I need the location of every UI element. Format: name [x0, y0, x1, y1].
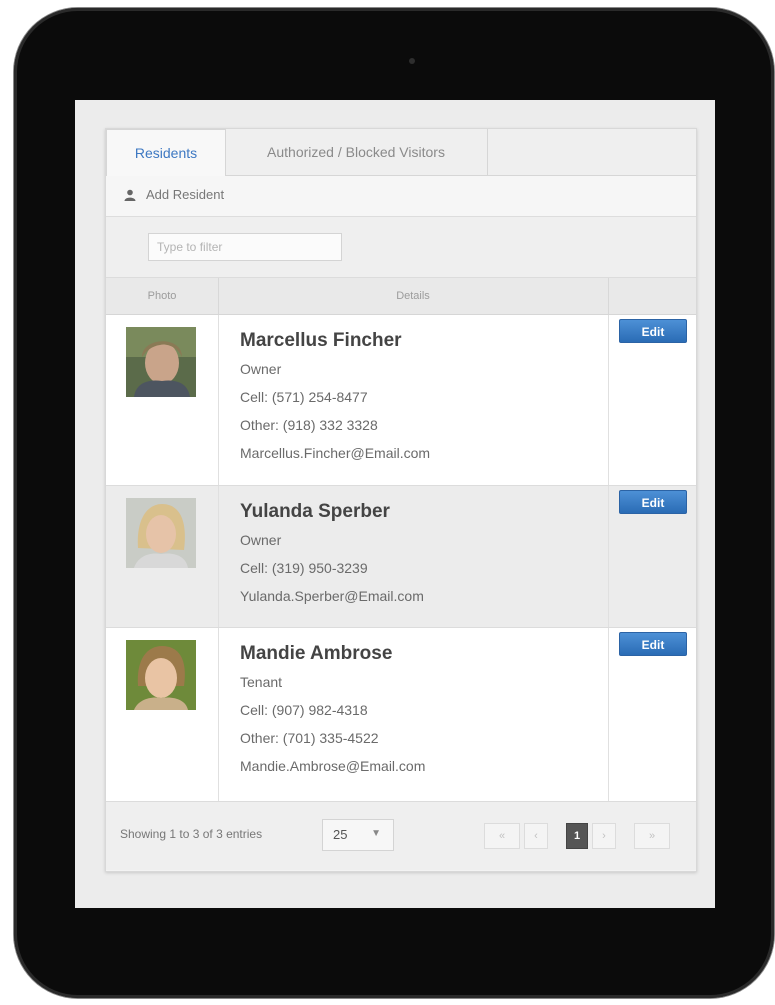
camera-dot	[409, 58, 415, 64]
resident-email[interactable]: Yulanda.Sperber@Email.com	[240, 588, 424, 604]
resident-name: Marcellus Fincher	[240, 330, 402, 351]
table-row: Marcellus Fincher Owner Cell: (571) 254-…	[106, 315, 696, 486]
first-page-button[interactable]: «	[484, 823, 520, 849]
residents-panel: Residents Authorized / Blocked Visitors …	[105, 128, 697, 872]
resident-photo	[126, 640, 196, 710]
resident-cell-phone: Cell: (319) 950-3239	[240, 560, 368, 576]
resident-role: Owner	[240, 532, 282, 548]
photo-cell	[106, 315, 219, 485]
last-page-button[interactable]: »	[634, 823, 670, 849]
column-header-details[interactable]: Details	[218, 278, 609, 314]
resident-email[interactable]: Mandie.Ambrose@Email.com	[240, 758, 425, 774]
tab-residents[interactable]: Residents	[106, 129, 226, 177]
resident-role: Owner	[240, 361, 282, 377]
table-row: Mandie Ambrose Tenant Cell: (907) 982-43…	[106, 628, 696, 802]
next-page-button[interactable]: ›	[592, 823, 616, 849]
tab-authorized-blocked-visitors[interactable]: Authorized / Blocked Visitors	[225, 129, 488, 175]
photo-cell	[106, 628, 219, 801]
resident-email[interactable]: Marcellus.Fincher@Email.com	[240, 445, 430, 461]
table-header: Photo Details	[106, 278, 696, 315]
resident-photo	[126, 327, 196, 397]
resident-role: Tenant	[240, 674, 283, 690]
resident-name: Mandie Ambrose	[240, 643, 393, 664]
filter-bar	[106, 217, 696, 278]
photo-cell	[106, 486, 219, 627]
resident-photo	[126, 498, 196, 568]
toolbar: Add Resident	[106, 176, 696, 217]
page-size-value: 25	[333, 827, 348, 842]
resident-other-phone: Other: (918) 332 3328	[240, 417, 378, 433]
prev-page-button[interactable]: ‹	[524, 823, 548, 849]
resident-cell-phone: Cell: (907) 982-4318	[240, 702, 368, 718]
tablet-screen: Residents Authorized / Blocked Visitors …	[75, 100, 715, 908]
filter-input[interactable]	[148, 233, 342, 261]
column-header-actions	[609, 278, 696, 314]
page-size-select[interactable]: 25 ▼	[322, 819, 394, 851]
details-cell: Marcellus Fincher Owner Cell: (571) 254-…	[218, 315, 609, 485]
table-row: Yulanda Sperber Owner Cell: (319) 950-32…	[106, 486, 696, 628]
edit-button[interactable]: Edit	[619, 319, 687, 343]
details-cell: Yulanda Sperber Owner Cell: (319) 950-32…	[218, 486, 609, 627]
tab-bar: Residents Authorized / Blocked Visitors	[106, 129, 696, 177]
resident-other-phone: Other: (701) 335-4522	[240, 730, 379, 746]
details-cell: Mandie Ambrose Tenant Cell: (907) 982-43…	[218, 628, 609, 801]
add-resident-button[interactable]: Add Resident	[146, 187, 224, 202]
resident-name: Yulanda Sperber	[240, 501, 390, 522]
resident-cell-phone: Cell: (571) 254-8477	[240, 389, 368, 405]
entries-info: Showing 1 to 3 of 3 entries	[120, 827, 263, 841]
column-header-photo[interactable]: Photo	[106, 278, 219, 314]
table-footer: Showing 1 to 3 of 3 entries 25 ▼ « ‹ 1 ›…	[106, 802, 696, 870]
edit-button[interactable]: Edit	[619, 632, 687, 656]
user-icon	[124, 189, 136, 201]
page-1-button[interactable]: 1	[566, 823, 588, 849]
chevron-down-icon: ▼	[371, 828, 381, 839]
edit-button[interactable]: Edit	[619, 490, 687, 514]
